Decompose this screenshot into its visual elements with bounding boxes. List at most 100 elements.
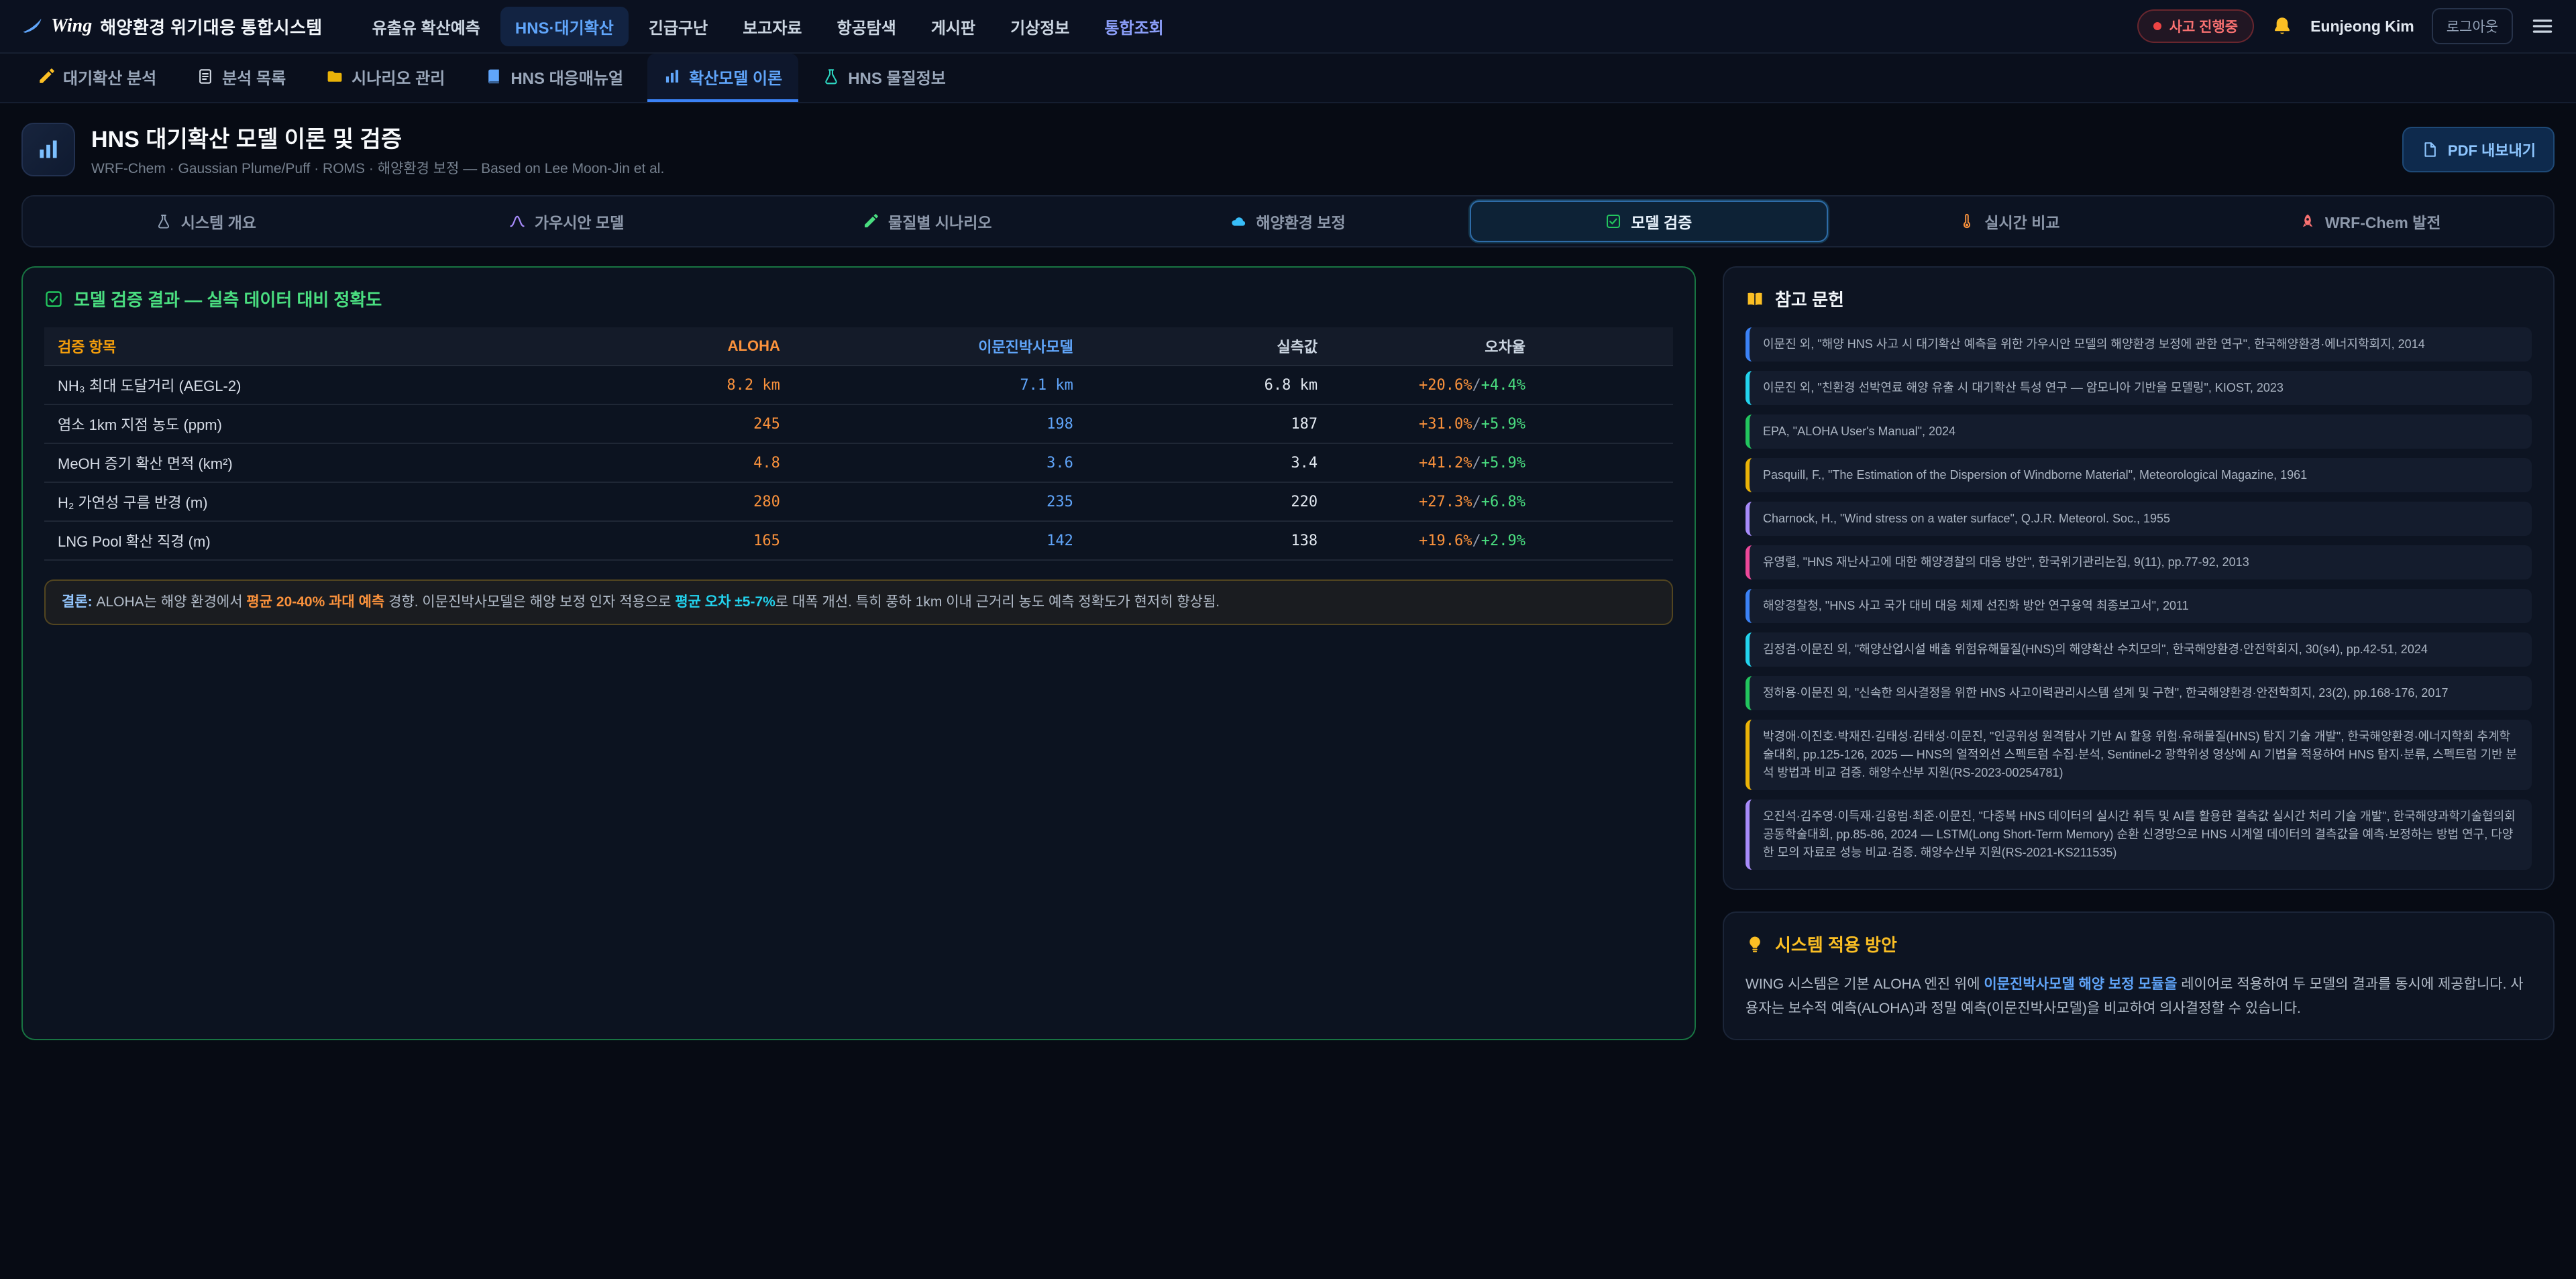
measured-value: 3.4 (1087, 443, 1331, 482)
tab-system-overview[interactable]: 시스템 개요 (27, 201, 385, 242)
nav-item-weather[interactable]: 기상정보 (996, 7, 1084, 46)
reference-item: Pasquill, F., "The Estimation of the Dis… (1746, 458, 2532, 492)
user-name: Eunjeong Kim (2310, 17, 2414, 36)
pencil-icon (863, 213, 879, 229)
sub-navigation: 대기확산 분석 분석 목록 시나리오 관리 HNS 대응매뉴얼 확산모델 이론 … (0, 54, 2576, 103)
app-logo[interactable]: Wing 해양환경 위기대응 통합시스템 (21, 14, 323, 39)
file-export-icon (2421, 141, 2438, 158)
tab-substance-scenarios[interactable]: 물질별 시나리오 (748, 201, 1106, 242)
aloha-value: 280 (582, 482, 794, 521)
gaussian-curve-icon (509, 213, 525, 229)
model-value: 198 (794, 404, 1087, 443)
page-header: HNS 대기확산 모델 이론 및 검증 WRF-Chem · Gaussian … (0, 103, 2576, 192)
flask-icon (156, 213, 172, 229)
pdf-export-button[interactable]: PDF 내보내기 (2402, 127, 2555, 172)
aloha-value: 245 (582, 404, 794, 443)
column-header: 검증 항목 (44, 327, 582, 366)
validation-title-text: 모델 검증 결과 — 실측 데이터 대비 정확도 (74, 286, 382, 311)
subnav-item-analysis-list[interactable]: 분석 목록 (180, 54, 302, 102)
chart-bars-icon (663, 68, 681, 85)
section-tabbar: 시스템 개요 가우시안 모델 물질별 시나리오 해양환경 보정 모델 검증 실시… (21, 195, 2555, 247)
menu-icon[interactable] (2530, 14, 2555, 38)
table-header-row: 검증 항목 ALOHA 이문진박사모델 실측값 오차율 (44, 327, 1673, 366)
subnav-item-hns-substance-info[interactable]: HNS 물질정보 (806, 54, 962, 102)
row-item-label: 염소 1km 지점 농도 (ppm) (44, 404, 582, 443)
pdf-export-label: PDF 내보내기 (2448, 139, 2536, 160)
tab-label: WRF-Chem 발전 (2325, 210, 2441, 233)
subnav-label: 확산모델 이론 (689, 65, 782, 89)
nav-item-oil-spill[interactable]: 유출유 확산예측 (358, 7, 495, 46)
reference-item: Charnock, H., "Wind stress on a water su… (1746, 502, 2532, 536)
subnav-label: 대기확산 분석 (63, 65, 156, 89)
subnav-item-dispersion-analysis[interactable]: 대기확산 분석 (21, 54, 172, 102)
subnav-item-scenario-management[interactable]: 시나리오 관리 (310, 54, 461, 102)
page-title: HNS 대기확산 모델 이론 및 검증 (91, 121, 664, 154)
notification-bell-icon[interactable] (2271, 15, 2293, 37)
reference-item: 오진석·김주영·이득재·김용범·최준·이문진, "다중복 HNS 데이터의 실시… (1746, 799, 2532, 870)
error-rate: +27.3%/+6.8% (1331, 482, 1673, 521)
tab-realtime-comparison[interactable]: 실시간 비교 (1831, 201, 2189, 242)
check-square-icon (44, 290, 63, 309)
system-application-card: 시스템 적용 방안 WING 시스템은 기본 ALOHA 엔진 위에 이문진박사… (1723, 911, 2555, 1040)
error-rate: +31.0%/+5.9% (1331, 404, 1673, 443)
main-content: 모델 검증 결과 — 실측 데이터 대비 정확도 검증 항목 ALOHA 이문진… (0, 266, 2576, 1040)
aloha-value: 8.2 km (582, 366, 794, 404)
column-header: 이문진박사모델 (794, 327, 1087, 366)
row-item-label: NH₃ 최대 도달거리 (AEGL-2) (44, 366, 582, 404)
model-value: 235 (794, 482, 1087, 521)
subnav-label: HNS 물질정보 (848, 65, 946, 89)
references-card-title: 참고 문헌 (1746, 286, 2532, 311)
table-row: MeOH 증기 확산 면적 (km²) 4.8 3.6 3.4 +41.2%/+… (44, 443, 1673, 482)
subnav-item-hns-manual[interactable]: HNS 대응매뉴얼 (469, 54, 639, 102)
measured-value: 187 (1087, 404, 1331, 443)
tab-model-validation[interactable]: 모델 검증 (1470, 201, 1828, 242)
error-rate: +41.2%/+5.9% (1331, 443, 1673, 482)
row-item-label: MeOH 증기 확산 면적 (km²) (44, 443, 582, 482)
reference-item: 이문진 외, "해양 HNS 사고 시 대기확산 예측을 위한 가우시안 모델의… (1746, 327, 2532, 362)
nav-item-integrated-search[interactable]: 통합조회 (1089, 7, 1178, 46)
nav-item-reports[interactable]: 보고자료 (728, 7, 816, 46)
open-book-icon (1746, 290, 1764, 309)
nav-item-rescue[interactable]: 긴급구난 (634, 7, 722, 46)
application-title-text: 시스템 적용 방안 (1775, 932, 1897, 956)
subnav-label: HNS 대응매뉴얼 (511, 65, 623, 89)
model-value: 142 (794, 521, 1087, 560)
logout-button[interactable]: 로그아웃 (2432, 8, 2513, 44)
row-item-label: H₂ 가연성 구름 반경 (m) (44, 482, 582, 521)
measured-value: 6.8 km (1087, 366, 1331, 404)
tab-wrf-chem[interactable]: WRF-Chem 발전 (2191, 201, 2549, 242)
reference-item: 박경애·이진호·박재진·김태성·김태성·이문진, "인공위성 원격탐사 기반 A… (1746, 720, 2532, 790)
tab-marine-correction[interactable]: 해양환경 보정 (1109, 201, 1467, 242)
main-nav: 유출유 확산예측 HNS·대기확산 긴급구난 보고자료 항공탐색 게시판 기상정… (358, 7, 1179, 46)
book-icon (485, 68, 502, 85)
error-rate: +20.6%/+4.4% (1331, 366, 1673, 404)
thermometer-icon (1959, 213, 1975, 229)
subnav-item-dispersion-model-theory[interactable]: 확산모델 이론 (647, 54, 798, 102)
pencil-icon (38, 68, 55, 85)
incident-badge-label: 사고 진행중 (2169, 16, 2238, 36)
lightbulb-icon (1746, 935, 1764, 954)
rocket-icon (2300, 213, 2316, 229)
tab-gaussian-model[interactable]: 가우시안 모델 (388, 201, 746, 242)
reference-item: EPA, "ALOHA User's Manual", 2024 (1746, 414, 2532, 449)
cloud-icon (1230, 213, 1246, 229)
column-header: ALOHA (582, 327, 794, 366)
aloha-value: 165 (582, 521, 794, 560)
nav-item-aerial-search[interactable]: 항공탐색 (822, 7, 911, 46)
nav-item-hns-dispersion[interactable]: HNS·대기확산 (500, 7, 629, 46)
references-card: 참고 문헌 이문진 외, "해양 HNS 사고 시 대기확산 예측을 위한 가우… (1723, 266, 2555, 890)
nav-item-board[interactable]: 게시판 (916, 7, 990, 46)
reference-item: 김정겸·이문진 외, "해양산업시설 배출 위험유해물질(HNS)의 해양확산 … (1746, 632, 2532, 667)
flask-icon (822, 68, 840, 85)
subnav-label: 분석 목록 (222, 65, 286, 89)
measured-value: 138 (1087, 521, 1331, 560)
reference-item: 유영렬, "HNS 재난사고에 대한 해양경찰의 대응 방안", 한국위기관리논… (1746, 545, 2532, 579)
error-rate: +19.6%/+2.9% (1331, 521, 1673, 560)
model-validation-card: 모델 검증 결과 — 실측 데이터 대비 정확도 검증 항목 ALOHA 이문진… (21, 266, 1696, 1040)
folder-icon (326, 68, 343, 85)
chart-bars-icon (36, 137, 60, 162)
measured-value: 220 (1087, 482, 1331, 521)
document-list-icon (197, 68, 214, 85)
references-title-text: 참고 문헌 (1775, 286, 1844, 311)
alert-dot-icon (2153, 22, 2161, 30)
